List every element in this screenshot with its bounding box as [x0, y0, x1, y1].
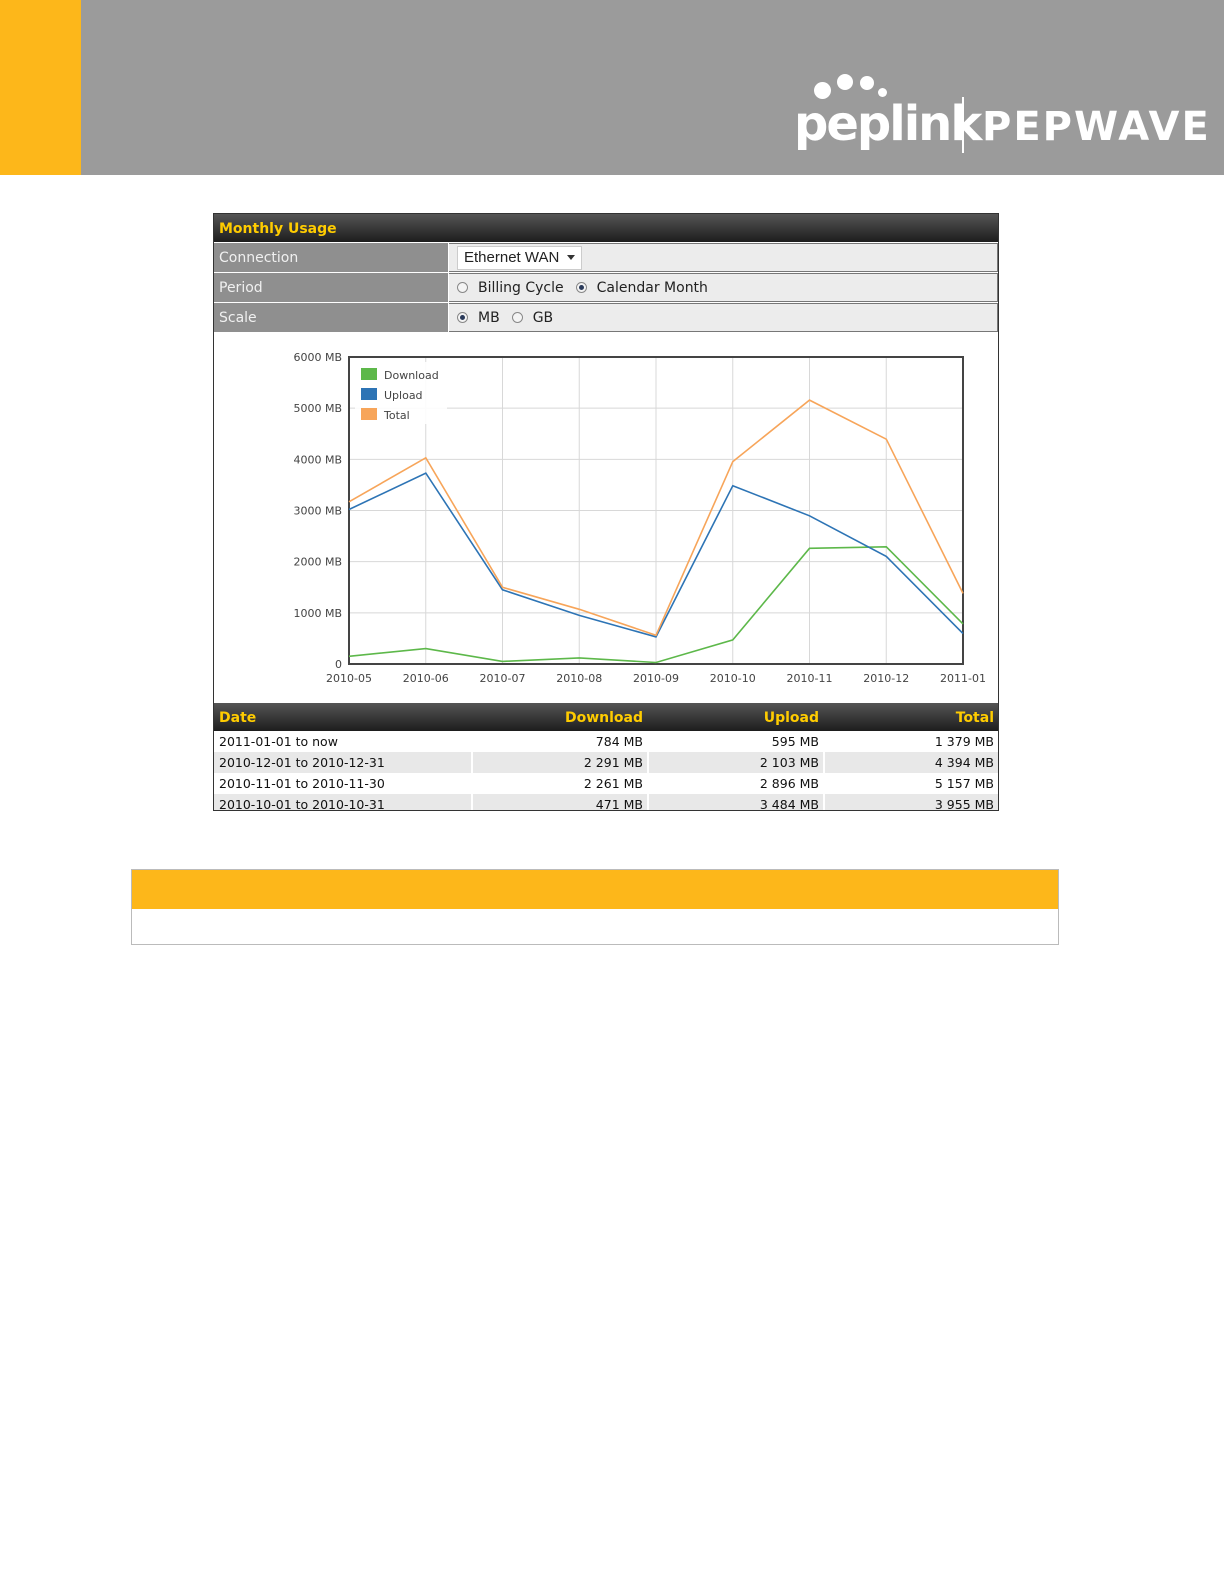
section-box	[131, 869, 1059, 945]
header-download[interactable]: Download	[471, 703, 647, 731]
scale-gb-radio[interactable]	[511, 312, 523, 323]
row-download: 784 MB	[471, 731, 647, 752]
connection-row: Connection Ethernet WAN	[214, 242, 998, 272]
x-tick-label: 2010-11	[787, 672, 833, 685]
x-tick-label: 2010-10	[710, 672, 756, 685]
period-calendar-month-radio[interactable]	[575, 282, 587, 293]
logo-divider	[962, 97, 964, 153]
connection-value-cell: Ethernet WAN	[449, 243, 998, 272]
legend-swatch-total	[361, 408, 377, 420]
row-date: 2010-11-01 to 2010-11-30	[219, 776, 385, 791]
row-total: 3 955 MB	[823, 794, 998, 810]
x-tick-label: 2011-01	[940, 672, 986, 685]
logo-dot	[837, 74, 853, 90]
legend-label-total: Total	[383, 409, 410, 422]
x-tick-label: 2010-09	[633, 672, 679, 685]
chevron-down-icon	[567, 255, 576, 260]
scale-gb-label: GB	[532, 309, 554, 326]
x-tick-label: 2010-06	[403, 672, 449, 685]
header-accent-bar	[0, 0, 81, 175]
brand-logo: peplink PEPWAVE	[790, 72, 1210, 162]
scale-mb-radio[interactable]	[457, 312, 468, 323]
table-row: 2010-12-01 to 2010-12-31 2 291 MB 2 103 …	[214, 752, 998, 773]
scale-row: Scale MB GB	[214, 302, 998, 332]
period-value-cell: Billing Cycle Calendar Month	[449, 273, 998, 302]
row-total: 4 394 MB	[823, 752, 998, 773]
row-upload: 2 103 MB	[647, 752, 823, 773]
row-total: 5 157 MB	[823, 773, 998, 794]
scale-label: Scale	[214, 303, 449, 332]
row-upload: 595 MB	[647, 731, 823, 752]
period-row: Period Billing Cycle Calendar Month	[214, 272, 998, 302]
y-tick-label: 4000 MB	[293, 453, 342, 466]
table-row: 2010-10-01 to 2010-10-31 471 MB 3 484 MB…	[214, 794, 998, 810]
legend-swatch-upload	[361, 388, 377, 400]
table-row: 2011-01-01 to now 784 MB 595 MB 1 379 MB	[214, 731, 998, 752]
legend-label-upload: Upload	[384, 389, 423, 402]
table-row: 2010-11-01 to 2010-11-30 2 261 MB 2 896 …	[214, 773, 998, 794]
row-total: 1 379 MB	[823, 731, 998, 752]
x-tick-label: 2010-08	[556, 672, 602, 685]
panel-title: Monthly Usage	[214, 214, 998, 242]
row-date: 2010-12-01 to 2010-12-31	[214, 752, 471, 773]
connection-select[interactable]: Ethernet WAN	[457, 245, 583, 270]
row-download: 471 MB	[471, 794, 647, 810]
usage-table-header: Date Download Upload Total	[214, 703, 998, 731]
row-download: 2 261 MB	[471, 773, 647, 794]
y-tick-label: 2000 MB	[293, 556, 342, 569]
scale-mb-label: MB	[478, 309, 500, 326]
period-billing-cycle-radio[interactable]	[457, 282, 468, 293]
x-tick-label: 2010-07	[480, 672, 526, 685]
usage-line-chart: 0 1000 MB 2000 MB 3000 MB 4000 MB 5000 MB 6000…	[293, 351, 986, 685]
x-tick-label: 2010-05	[326, 672, 372, 685]
peplink-logo-text: peplink	[794, 96, 982, 152]
period-calendar-month-label: Calendar Month	[596, 279, 708, 296]
row-upload: 3 484 MB	[647, 794, 823, 810]
connection-label: Connection	[214, 243, 449, 272]
section-box-header	[132, 870, 1058, 909]
period-billing-cycle-label: Billing Cycle	[478, 279, 564, 296]
header-total[interactable]: Total	[823, 703, 998, 731]
y-tick-label: 1000 MB	[293, 607, 342, 620]
y-tick-label: 3000 MB	[293, 505, 342, 518]
header-date[interactable]: Date	[214, 703, 471, 731]
pepwave-logo-text: PEPWAVE	[982, 104, 1211, 150]
row-date: 2010-10-01 to 2010-10-31	[214, 794, 471, 810]
x-tick-label: 2010-12	[863, 672, 909, 685]
y-tick-label: 5000 MB	[293, 402, 342, 415]
scale-value-cell: MB GB	[449, 303, 998, 332]
legend-swatch-download	[361, 368, 377, 380]
logo-dot	[860, 76, 874, 90]
y-tick-label: 6000 MB	[293, 351, 342, 364]
monthly-usage-panel: Monthly Usage Connection Ethernet WAN Pe…	[213, 213, 999, 811]
connection-select-value: Ethernet WAN	[464, 249, 560, 266]
legend-label-download: Download	[384, 369, 439, 382]
usage-chart-area: 0 1000 MB 2000 MB 3000 MB 4000 MB 5000 MB 6000…	[214, 332, 998, 703]
y-tick-label: 0	[335, 658, 342, 671]
period-label: Period	[214, 273, 449, 302]
page-header: peplink PEPWAVE	[0, 0, 1224, 175]
header-upload[interactable]: Upload	[647, 703, 823, 731]
row-upload: 2 896 MB	[647, 773, 823, 794]
row-download: 2 291 MB	[471, 752, 647, 773]
row-date: 2011-01-01 to now	[219, 734, 338, 749]
